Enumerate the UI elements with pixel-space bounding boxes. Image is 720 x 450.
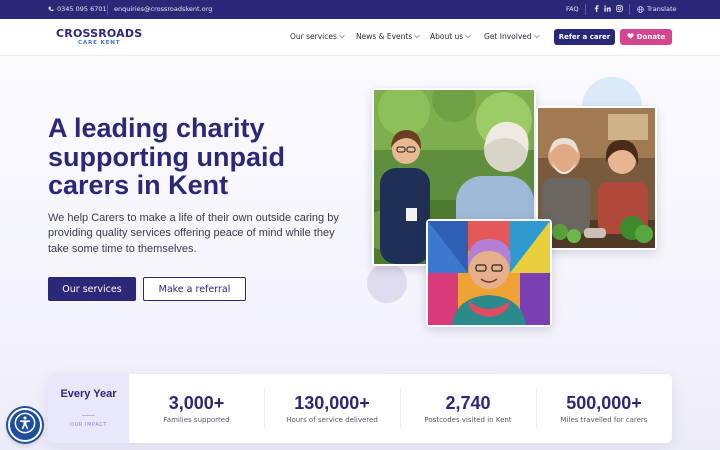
site-header: CROSSROADS CARE KENT Our services News &… — [0, 19, 720, 56]
stat-value: 130,000+ — [294, 393, 370, 413]
accessibility-button[interactable] — [8, 408, 42, 442]
donate-label: Donate — [636, 33, 666, 41]
nav-our-services[interactable]: Our services — [290, 32, 345, 41]
impact-subheading: OUR IMPACT — [69, 422, 108, 428]
impact-stats-panel: Every Year OUR IMPACT 3,000+ Families su… — [48, 374, 672, 443]
divider — [107, 4, 108, 15]
stat-caption: Postcodes visited in Kent — [424, 416, 512, 424]
phone-icon — [48, 6, 54, 12]
heart-icon — [627, 33, 634, 41]
stat-value: 3,000+ — [168, 393, 225, 413]
nav-news-events[interactable]: News & Events — [356, 32, 421, 41]
phone-link[interactable]: 0345 095 6701 — [48, 5, 107, 13]
logo-subtitle: CARE KENT — [77, 40, 121, 46]
divider — [82, 415, 95, 416]
stat-miles: 500,000+ Miles travelled for carers — [536, 374, 672, 443]
impact-label-block: Every Year OUR IMPACT — [48, 374, 129, 443]
nav-label: News & Events — [356, 32, 413, 41]
site-logo[interactable]: CROSSROADS CARE KENT — [56, 28, 142, 47]
nav-label: Get Involved — [484, 32, 532, 41]
chevron-down-icon — [465, 32, 472, 38]
nav-get-involved[interactable]: Get Involved — [484, 32, 540, 41]
instagram-icon[interactable] — [616, 5, 623, 12]
decorative-circle — [367, 263, 407, 303]
chevron-down-icon — [414, 32, 421, 38]
linkedin-icon[interactable] — [604, 5, 611, 12]
our-services-button[interactable]: Our services — [48, 277, 136, 301]
stat-caption: Families supported — [163, 416, 230, 424]
stat-families: 3,000+ Families supported — [129, 374, 264, 443]
refer-a-carer-button[interactable]: Refer a carer — [554, 29, 615, 45]
translate-button[interactable]: Translate — [637, 5, 677, 13]
nav-label: Our services — [290, 32, 337, 41]
faq-link[interactable]: FAQ — [566, 5, 579, 13]
logo-wordmark: CROSSROADS — [56, 27, 143, 40]
nav-label: About us — [430, 32, 464, 41]
divider — [585, 4, 586, 15]
stat-value: 2,740 — [445, 393, 491, 413]
email-link[interactable]: enquiries@crossroadskent.org — [114, 5, 212, 13]
stat-value: 500,000+ — [566, 393, 642, 413]
facebook-icon[interactable] — [594, 5, 599, 12]
photo-smiling-woman — [426, 219, 552, 327]
nav-about-us[interactable]: About us — [430, 32, 472, 41]
make-a-referral-button[interactable]: Make a referral — [143, 277, 246, 301]
globe-icon — [637, 5, 644, 13]
translate-label: Translate — [647, 5, 677, 13]
faq-label: FAQ — [566, 5, 579, 13]
top-utility-bar: 0345 095 6701 enquiries@crossroadskent.o… — [0, 0, 720, 19]
stat-caption: Miles travelled for carers — [560, 416, 648, 424]
accessibility-icon — [14, 412, 36, 438]
stat-hours: 130,000+ Hours of service delivered — [264, 374, 400, 443]
impact-heading: Every Year — [60, 388, 117, 400]
chevron-down-icon — [533, 32, 540, 38]
stat-postcodes: 2,740 Postcodes visited in Kent — [400, 374, 536, 443]
phone-number: 0345 095 6701 — [57, 5, 107, 13]
email-address: enquiries@crossroadskent.org — [114, 5, 213, 13]
donate-button[interactable]: Donate — [620, 29, 672, 45]
hero-headline: A leading charity supporting unpaid care… — [48, 113, 285, 200]
divider — [629, 4, 630, 15]
hero-subtext: We help Carers to make a life of their o… — [48, 212, 339, 255]
chevron-down-icon — [339, 32, 345, 38]
stat-caption: Hours of service delivered — [286, 416, 378, 424]
photo-cooking-together — [536, 106, 657, 250]
